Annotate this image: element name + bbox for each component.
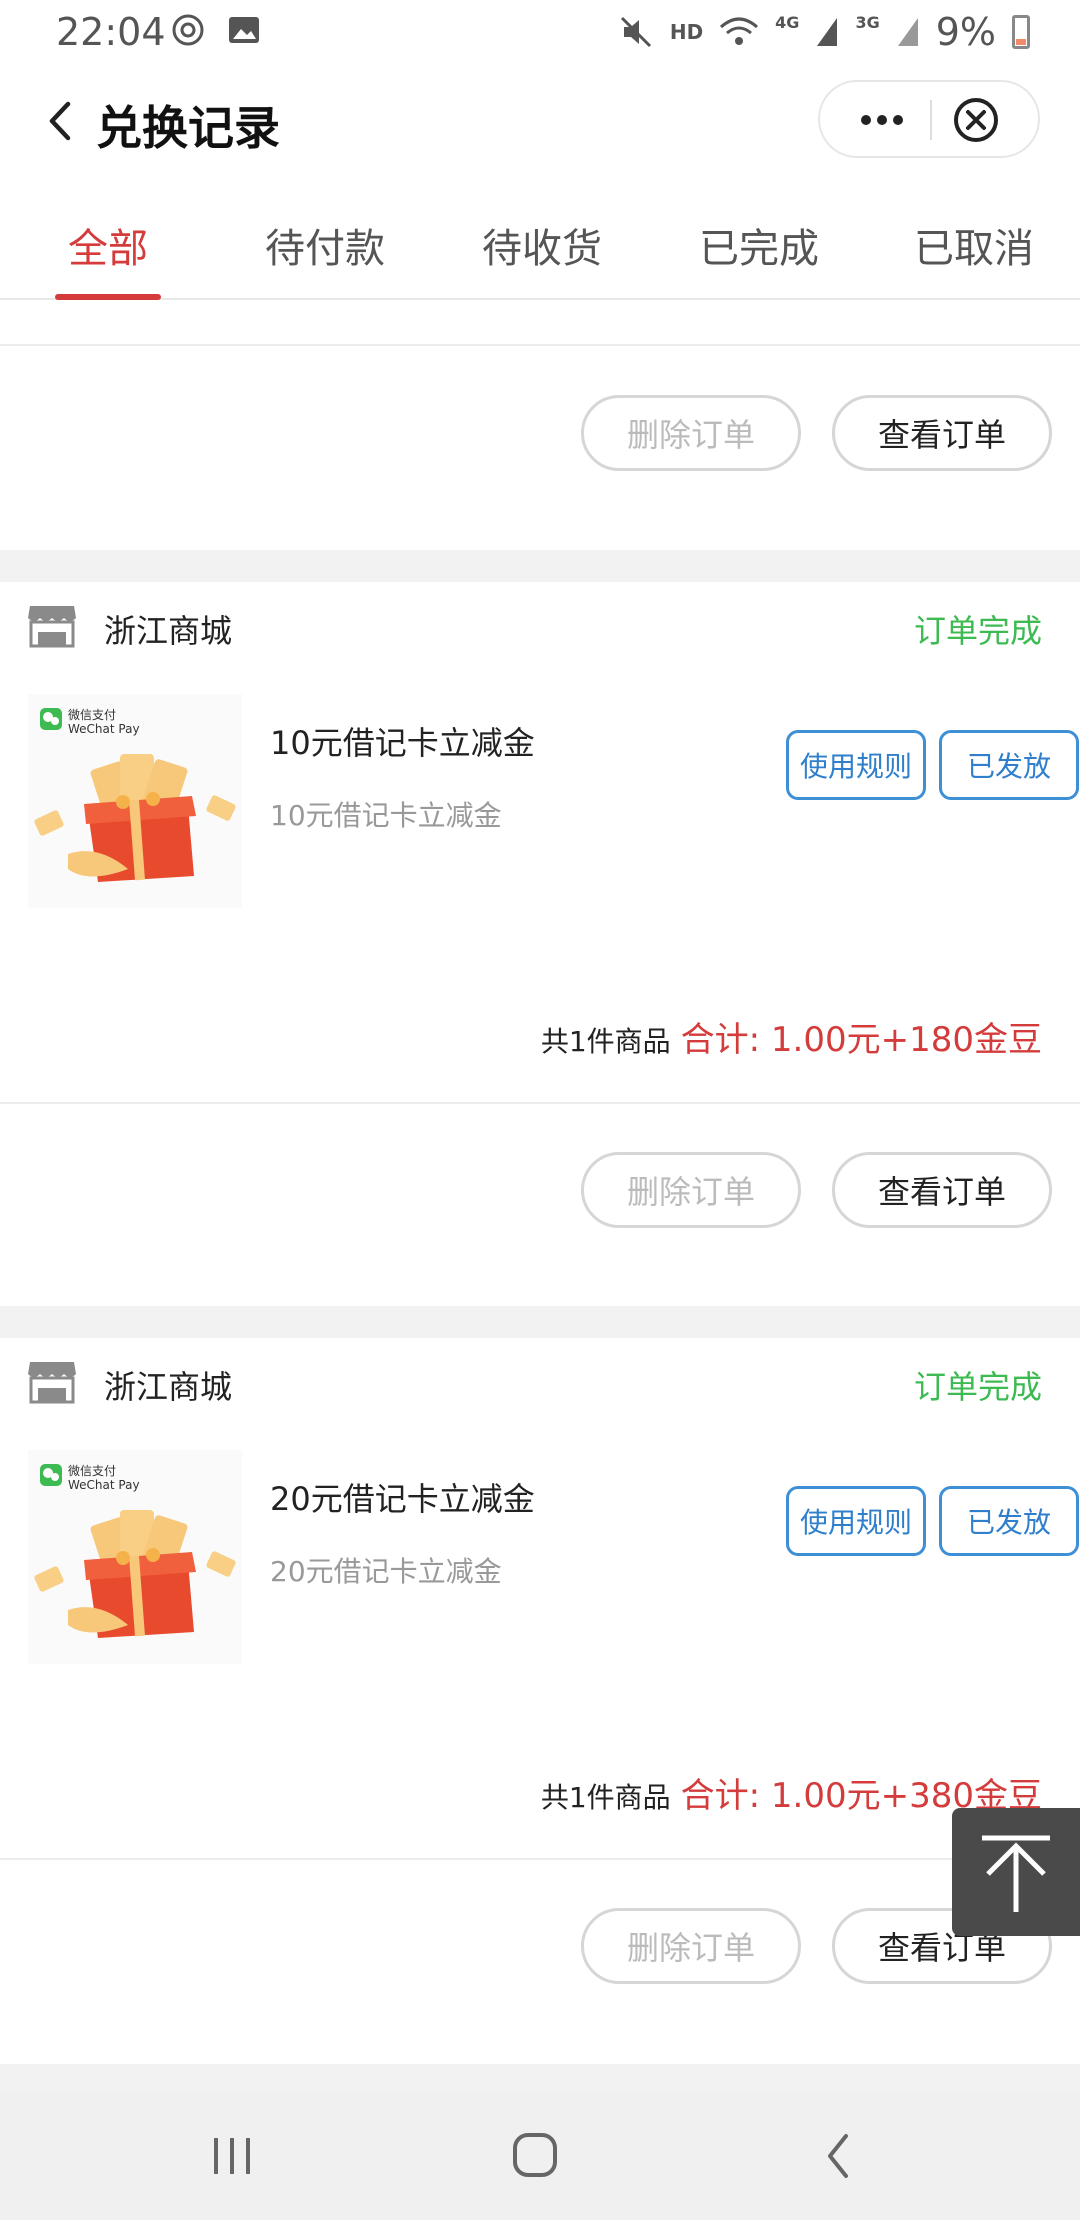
arrow-up-icon (982, 1835, 1050, 1912)
wechat-pay-label: 微信支付 WeChat Pay (68, 708, 140, 736)
order-card-partial: 删除订单 查看订单 (0, 300, 1080, 550)
system-navigation-bar (0, 2092, 1080, 2220)
battery-percent: 9% (935, 10, 996, 54)
wifi-icon (720, 17, 759, 45)
usage-rules-button[interactable]: 使用规则 (786, 730, 926, 800)
more-dots-icon[interactable] (858, 108, 906, 132)
store-icon (28, 606, 76, 648)
product-thumbnail[interactable]: 微信支付 WeChat Pay (28, 694, 242, 908)
usage-rules-button[interactable]: 使用规则 (786, 1486, 926, 1556)
issued-button[interactable]: 已发放 (939, 730, 1079, 800)
signal-icon (817, 18, 838, 46)
product-subtitle: 10元借记卡立减金 (270, 799, 502, 832)
tab-pending-receipt[interactable]: 待收货 (462, 216, 622, 274)
product-title[interactable]: 10元借记卡立减金 (270, 718, 535, 764)
network-3g: 3G (855, 12, 880, 32)
status-bar: 22:04 HD 4G 3G 9% (0, 0, 1080, 66)
status-notifications (170, 12, 262, 48)
divider (0, 344, 1080, 346)
divider (0, 1858, 1080, 1860)
signal-icon-2 (897, 18, 918, 46)
product-thumbnail[interactable]: 微信支付 WeChat Pay (28, 1450, 242, 1664)
order-total: 合计: 1.00元+180金豆 (680, 1020, 1042, 1060)
tab-completed[interactable]: 已完成 (679, 216, 839, 274)
view-order-button[interactable]: 查看订单 (832, 1152, 1052, 1228)
home-icon[interactable] (512, 2132, 558, 2178)
gallery-icon (229, 17, 259, 43)
system-back-icon[interactable] (822, 2132, 854, 2180)
page-title: 兑换记录 (96, 101, 280, 155)
nav-bar: 兑换记录 (0, 66, 1080, 180)
delete-order-button[interactable]: 删除订单 (581, 395, 801, 471)
close-circle-icon[interactable] (952, 96, 1000, 144)
product-title[interactable]: 20元借记卡立减金 (270, 1474, 535, 1520)
status-time: 22:04 (56, 10, 166, 54)
back-arrow-icon[interactable] (36, 96, 86, 146)
delete-order-button[interactable]: 删除订单 (581, 1908, 801, 1984)
capsule-divider (930, 100, 932, 140)
store-name[interactable]: 浙江商城 (104, 606, 232, 652)
item-count: 共1件商品 (540, 1781, 671, 1814)
wechat-pay-label: 微信支付 WeChat Pay (68, 1464, 140, 1492)
delete-order-button[interactable]: 删除订单 (581, 1152, 801, 1228)
battery-icon (1012, 15, 1030, 49)
mini-program-capsule (818, 80, 1040, 158)
recent-apps-icon[interactable] (210, 2136, 254, 2176)
network-4g: 4G (775, 12, 800, 32)
view-order-button[interactable]: 查看订单 (832, 395, 1052, 471)
back-to-top-button[interactable] (952, 1808, 1080, 1936)
divider (0, 1102, 1080, 1104)
tab-all[interactable]: 全部 (28, 216, 188, 274)
tab-cancelled[interactable]: 已取消 (894, 216, 1054, 274)
order-card: 浙江商城 订单完成 微信支付 WeChat Pay 20元借记卡立减金 20元借记… (0, 1338, 1080, 2064)
issued-button[interactable]: 已发放 (939, 1486, 1079, 1556)
order-status: 订单完成 (913, 612, 1042, 650)
tab-pending-payment[interactable]: 待付款 (245, 216, 405, 274)
sync-icon (172, 14, 204, 46)
store-name[interactable]: 浙江商城 (104, 1362, 232, 1408)
order-status: 订单完成 (913, 1368, 1042, 1406)
status-right: HD 4G 3G 9% (618, 10, 1030, 54)
order-card: 浙江商城 订单完成 微信支付 WeChat Pay 10元借记卡立减金 10元借记… (0, 582, 1080, 1306)
product-subtitle: 20元借记卡立减金 (270, 1555, 502, 1588)
item-count: 共1件商品 (540, 1025, 671, 1058)
order-summary: 共1件商品 合计: 1.00元+180金豆 (541, 1012, 1042, 1061)
store-icon (28, 1362, 76, 1404)
mute-icon (620, 16, 651, 48)
order-tabs: 全部 待付款 待收货 已完成 已取消 (0, 180, 1080, 300)
hd-indicator: HD (669, 20, 704, 44)
